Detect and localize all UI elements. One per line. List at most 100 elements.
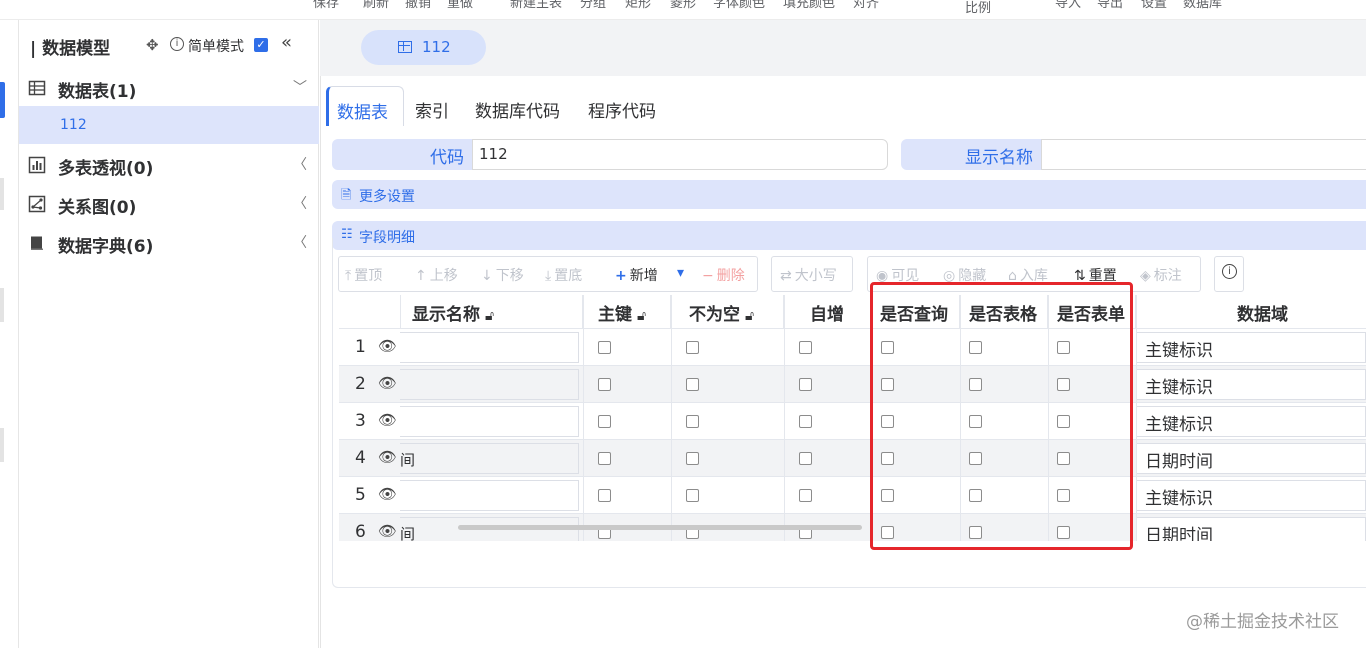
mark-button[interactable]: ◈ 标注 <box>1140 265 1182 285</box>
toolbar-align[interactable]: 对齐 <box>853 0 879 11</box>
move-icon[interactable]: ✥ <box>146 36 159 54</box>
toolbar-export[interactable]: 导出 <box>1097 0 1123 11</box>
collapse-sidebar-icon[interactable]: « <box>281 32 292 53</box>
unlock-icon[interactable]: 🔓︎ <box>485 308 494 324</box>
chevron-left-icon[interactable]: 〈 <box>293 232 307 252</box>
row-checkbox[interactable] <box>598 415 611 428</box>
row-checkbox[interactable] <box>598 452 611 465</box>
data-domain-select[interactable]: 日期时间 <box>1136 517 1366 541</box>
header-display-name[interactable]: 显示名称 🔓︎ <box>401 295 583 329</box>
sidebar-subitem-112[interactable]: 112 <box>19 106 319 144</box>
top-label: 置顶 <box>354 268 383 284</box>
eye-off-icon[interactable]: 👁︎ <box>378 485 397 503</box>
toolbar-scale[interactable]: 比例 <box>965 0 991 16</box>
bottom-button[interactable]: ⤓ 置底 <box>545 265 582 285</box>
display-name-input[interactable] <box>400 480 579 511</box>
row-checkbox[interactable] <box>598 378 611 391</box>
header-not-null[interactable]: 不为空 🔓︎ <box>671 295 784 329</box>
more-settings-bar[interactable]: 🗎 更多设置 <box>332 180 1366 209</box>
header-data-domain[interactable]: 数据域 <box>1136 295 1366 329</box>
add-button[interactable]: + 新增 <box>615 265 658 285</box>
toolbar-database[interactable]: 数据库 <box>1183 0 1222 11</box>
toolbar-refresh[interactable]: 刷新 <box>363 0 389 11</box>
horizontal-scrollbar[interactable] <box>458 525 862 530</box>
toolbar-group-case: ⇄ 大小写 <box>771 256 853 292</box>
sidebar-item-dictionary[interactable]: 数据字典(6) 〈 <box>19 224 319 262</box>
toolbar-rect[interactable]: 矩形 <box>625 0 651 11</box>
header-auto-increment[interactable]: 自增 <box>784 295 872 329</box>
info-icon[interactable]: i <box>1222 264 1237 279</box>
toolbar-fill-color[interactable]: 填充颜色 <box>783 0 835 11</box>
rail-active-indicator <box>0 82 5 118</box>
table-row[interactable]: 5 👁︎ 主键标识 <box>339 477 1366 514</box>
row-checkbox[interactable] <box>598 341 611 354</box>
display-name-input[interactable]: 间 <box>400 443 579 474</box>
row-checkbox[interactable] <box>686 452 699 465</box>
data-domain-select[interactable]: 主键标识 <box>1136 369 1366 400</box>
tab-data-table[interactable]: 数据表 <box>326 86 404 126</box>
tab-database-code[interactable]: 数据库代码 <box>475 86 560 126</box>
data-domain-select[interactable]: 主键标识 <box>1136 480 1366 511</box>
data-domain-select[interactable]: 主键标识 <box>1136 332 1366 363</box>
info-icon[interactable]: i <box>170 37 184 51</box>
toolbar-group[interactable]: 分组 <box>580 0 606 11</box>
row-checkbox[interactable] <box>799 378 812 391</box>
sidebar-item-pivot[interactable]: 多表透视(0) 〈 <box>19 146 319 184</box>
toolbar-save[interactable]: 保存 <box>313 0 339 11</box>
row-checkbox[interactable] <box>686 489 699 502</box>
eye-off-icon[interactable]: 👁︎ <box>378 374 397 392</box>
table-row[interactable]: 3 👁︎ 主键标识 <box>339 403 1366 440</box>
row-checkbox[interactable] <box>686 341 699 354</box>
data-domain-select[interactable]: 日期时间 <box>1136 443 1366 474</box>
sidebar-item-tables[interactable]: 数据表(1) ﹀ <box>19 69 319 107</box>
delete-button[interactable]: − 删除 <box>702 265 745 285</box>
sidebar-item-relation[interactable]: 关系图(0) 〈 <box>19 185 319 223</box>
unlock-icon[interactable]: 🔓︎ <box>637 308 646 324</box>
chevron-left-icon[interactable]: 〈 <box>293 193 307 213</box>
row-checkbox[interactable] <box>799 489 812 502</box>
eye-off-icon[interactable]: 👁︎ <box>378 448 397 466</box>
eye-off-icon[interactable]: 👁︎ <box>378 337 397 355</box>
display-name-input[interactable] <box>400 406 579 437</box>
move-down-button[interactable]: ↓ 下移 <box>481 265 524 285</box>
table-row[interactable]: 1 👁︎ 主键标识 <box>339 329 1366 366</box>
toolbar-undo[interactable]: 撤销 <box>405 0 431 11</box>
case-button[interactable]: ⇄ 大小写 <box>780 265 837 285</box>
chevron-down-icon[interactable]: ﹀ <box>293 77 307 97</box>
sidebar-header: | 数据模型 ✥ i 简单模式 ✓ « <box>19 20 319 66</box>
tab-index[interactable]: 索引 <box>415 86 449 126</box>
toolbar-font-color[interactable]: 字体颜色 <box>713 0 765 11</box>
bottom-label: 置底 <box>554 268 583 284</box>
header-primary-key[interactable]: 主键 🔓︎ <box>583 295 671 329</box>
move-up-button[interactable]: ↑ 上移 <box>415 265 458 285</box>
row-checkbox[interactable] <box>686 378 699 391</box>
toolbar-diamond[interactable]: 菱形 <box>670 0 696 11</box>
add-dropdown-button[interactable]: ▾ <box>677 265 684 281</box>
unlock-icon[interactable]: 🔓︎ <box>745 308 754 324</box>
simple-mode-checkbox[interactable]: ✓ <box>254 38 268 52</box>
row-checkbox[interactable] <box>799 415 812 428</box>
tab-program-code[interactable]: 程序代码 <box>588 86 656 126</box>
rail-marker <box>0 288 4 322</box>
table-row[interactable]: 4 👁︎ 间 日期时间 <box>339 440 1366 477</box>
data-domain-select[interactable]: 主键标识 <box>1136 406 1366 437</box>
eye-off-icon[interactable]: 👁︎ <box>378 522 397 540</box>
row-checkbox[interactable] <box>799 341 812 354</box>
toolbar-redo[interactable]: 重做 <box>447 0 473 11</box>
toolbar-import[interactable]: 导入 <box>1055 0 1081 11</box>
display-name-field[interactable] <box>1041 139 1366 170</box>
eye-off-icon[interactable]: 👁︎ <box>378 411 397 429</box>
toolbar-new-table[interactable]: 新建主表 <box>510 0 562 11</box>
row-checkbox[interactable] <box>799 452 812 465</box>
display-name-input[interactable] <box>400 369 579 400</box>
code-field[interactable]: 112 <box>472 139 888 170</box>
top-button[interactable]: ⤒ 置顶 <box>345 265 382 285</box>
chevron-left-icon[interactable]: 〈 <box>293 154 307 174</box>
header-label: 不为空 <box>689 305 740 325</box>
tab-112[interactable]: 112 <box>361 30 486 65</box>
row-checkbox[interactable] <box>598 489 611 502</box>
display-name-input[interactable] <box>400 332 579 363</box>
toolbar-settings[interactable]: 设置 <box>1141 0 1167 11</box>
row-checkbox[interactable] <box>686 415 699 428</box>
table-row[interactable]: 2 👁︎ 主键标识 <box>339 366 1366 403</box>
